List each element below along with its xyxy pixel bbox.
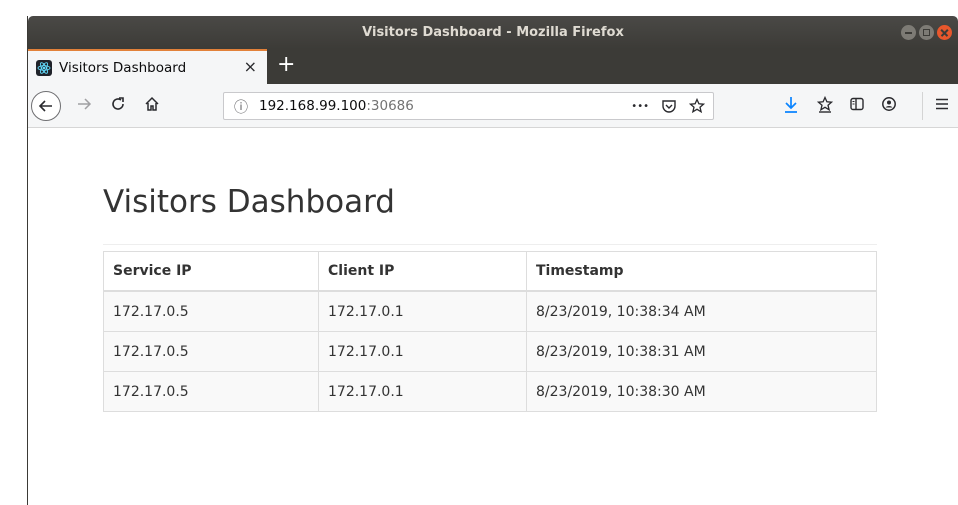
hamburger-menu-icon[interactable]: [934, 96, 950, 112]
url-host: 192.168.99.100: [259, 98, 367, 114]
new-tab-button[interactable]: +: [277, 51, 295, 79]
cell-service-ip: 172.17.0.5: [103, 331, 319, 372]
table-header-row: Service IP Client IP Timestamp: [103, 251, 877, 292]
title-bar[interactable]: Visitors Dashboard - Mozilla Firefox: [28, 16, 958, 49]
table-row: 172.17.0.5 172.17.0.1 8/23/2019, 10:38:3…: [103, 331, 877, 372]
tab-strip: Visitors Dashboard × +: [28, 49, 958, 84]
tab-visitors-dashboard[interactable]: Visitors Dashboard ×: [28, 49, 267, 84]
page-content: Visitors Dashboard Service IP Client IP …: [28, 128, 958, 505]
tab-close-icon[interactable]: ×: [244, 57, 257, 76]
cell-timestamp: 8/23/2019, 10:38:30 AM: [526, 371, 877, 412]
cell-client-ip: 172.17.0.1: [318, 331, 527, 372]
page-actions-icon[interactable]: •••: [631, 101, 649, 112]
cell-service-ip: 172.17.0.5: [103, 290, 319, 332]
bookmark-star-icon[interactable]: [689, 98, 705, 114]
column-header-client-ip: Client IP: [318, 251, 527, 292]
url-bar-actions: •••: [631, 98, 705, 114]
maximize-button[interactable]: [919, 25, 934, 40]
window-controls: [901, 25, 952, 40]
table-row: 172.17.0.5 172.17.0.1 8/23/2019, 10:38:3…: [103, 290, 877, 332]
minimize-button[interactable]: [901, 25, 916, 40]
cell-timestamp: 8/23/2019, 10:38:34 AM: [526, 290, 877, 332]
cell-service-ip: 172.17.0.5: [103, 371, 319, 412]
back-button[interactable]: [31, 91, 61, 121]
toolbar-separator: [922, 92, 923, 120]
page-title: Visitors Dashboard: [103, 184, 395, 220]
site-info-icon[interactable]: ⓘ: [234, 97, 248, 117]
back-arrow-icon: [38, 100, 52, 112]
url-port: :30686: [366, 98, 414, 114]
pocket-icon[interactable]: [661, 98, 677, 114]
column-header-service-ip: Service IP: [103, 251, 319, 292]
reload-icon[interactable]: [110, 96, 126, 112]
window-title: Visitors Dashboard - Mozilla Firefox: [362, 25, 624, 40]
browser-window: Visitors Dashboard - Mozilla Firefox Vis…: [27, 16, 958, 505]
tab-label: Visitors Dashboard: [59, 59, 187, 76]
close-window-button[interactable]: [937, 25, 952, 40]
url-bar[interactable]: ⓘ 192.168.99.100:30686 •••: [223, 92, 714, 120]
navigation-toolbar: ⓘ 192.168.99.100:30686 •••: [28, 84, 958, 128]
download-icon[interactable]: [783, 96, 799, 114]
title-divider: [103, 244, 877, 245]
forward-arrow-icon[interactable]: [76, 96, 92, 112]
sidebar-icon[interactable]: [849, 96, 865, 112]
react-favicon-icon: [36, 59, 52, 76]
cell-client-ip: 172.17.0.1: [318, 371, 527, 412]
cell-timestamp: 8/23/2019, 10:38:31 AM: [526, 331, 877, 372]
cell-client-ip: 172.17.0.1: [318, 290, 527, 332]
column-header-timestamp: Timestamp: [526, 251, 877, 292]
home-icon[interactable]: [144, 96, 160, 112]
toolbar-right: [783, 92, 958, 120]
visitors-table: Service IP Client IP Timestamp 172.17.0.…: [103, 251, 877, 412]
table-row: 172.17.0.5 172.17.0.1 8/23/2019, 10:38:3…: [103, 371, 877, 412]
url-text[interactable]: 192.168.99.100:30686: [259, 98, 414, 114]
account-icon[interactable]: [881, 96, 897, 112]
library-icon[interactable]: [817, 96, 833, 114]
